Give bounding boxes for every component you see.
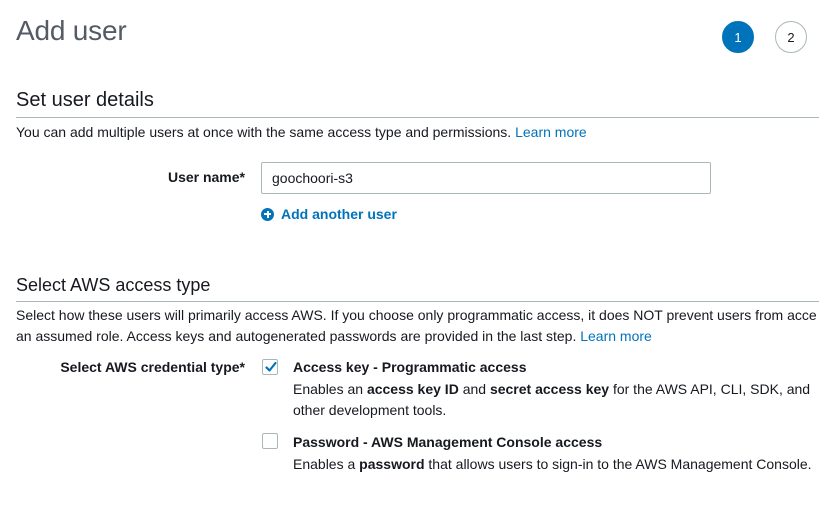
step-2-indicator[interactable]: 2 (775, 21, 807, 53)
username-label: User name* (167, 169, 245, 185)
access-description-line2: an assumed role. Access keys and autogen… (16, 326, 652, 347)
plus-circle-icon (261, 207, 274, 221)
divider (16, 301, 819, 302)
desc-emphasis: password (359, 456, 425, 472)
desc-text: that allows users to sign-in to the AWS … (424, 456, 812, 472)
add-another-user-button[interactable]: Add another user (261, 206, 397, 222)
desc-emphasis: secret access key (489, 381, 610, 397)
desc-text: Enables an (293, 381, 367, 397)
step-1-indicator[interactable]: 1 (722, 21, 754, 53)
access-key-option-description-line2: other development tools. (293, 402, 447, 418)
access-description-line1: Select how these users will primarily ac… (16, 307, 817, 323)
learn-more-link[interactable]: Learn more (580, 328, 652, 344)
page-title: Add user (16, 15, 127, 46)
access-key-checkbox[interactable] (262, 359, 278, 375)
desc-text: for the AWS API, CLI, SDK, and (609, 381, 811, 397)
password-option-description: Enables a password that allows users to … (293, 454, 812, 475)
access-type-heading: Select AWS access type (16, 275, 211, 295)
access-description-text: an assumed role. Access keys and autogen… (16, 328, 577, 344)
password-option-title: Password - AWS Management Console access (293, 434, 603, 450)
add-user-page: Add user 1 2 Set user details You can ad… (0, 0, 819, 532)
desc-emphasis: access key ID (366, 381, 459, 397)
checkmark-icon (265, 361, 277, 372)
desc-text: and (458, 381, 490, 397)
password-checkbox[interactable] (262, 433, 278, 449)
user-details-description-text: You can add multiple users at once with … (16, 124, 512, 140)
access-key-option-description: Enables an access key ID and secret acce… (293, 379, 810, 400)
credential-type-label: Select AWS credential type* (60, 359, 245, 375)
divider (16, 117, 819, 118)
desc-text: Enables a (293, 456, 360, 472)
user-details-description: You can add multiple users at once with … (16, 122, 587, 143)
learn-more-link[interactable]: Learn more (515, 124, 587, 140)
user-details-heading: Set user details (16, 89, 154, 111)
access-key-option-title: Access key - Programmatic access (293, 359, 527, 375)
username-input[interactable] (261, 162, 711, 194)
add-another-user-label: Add another user (281, 206, 397, 222)
